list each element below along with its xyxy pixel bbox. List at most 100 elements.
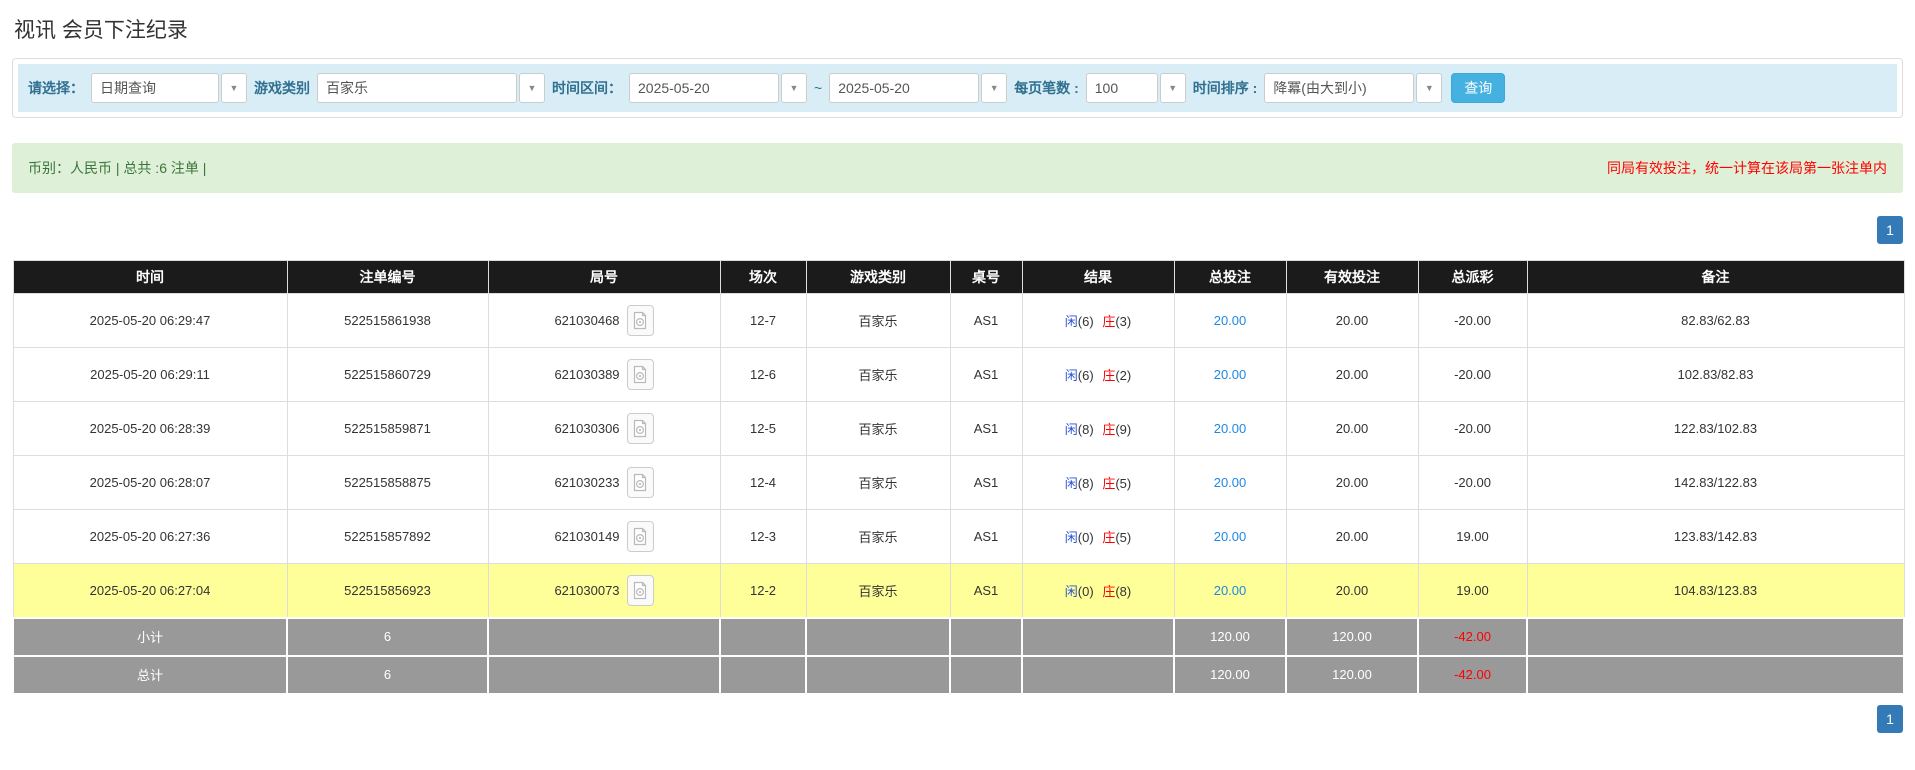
result-player: 闲(8)	[1065, 476, 1094, 491]
summary-note-cell	[1527, 656, 1904, 694]
column-header-2: 注单编号	[287, 261, 488, 294]
bet-id-cell: 522515859871	[287, 402, 488, 456]
total-bet-link[interactable]: 20.00	[1214, 475, 1247, 490]
valid-bet-cell: 20.00	[1286, 456, 1418, 510]
page-size-select[interactable]: 100 ▼	[1086, 73, 1186, 103]
total-bet-link[interactable]: 20.00	[1214, 367, 1247, 382]
bet-id-cell: 522515857892	[287, 510, 488, 564]
video-replay-icon[interactable]	[627, 359, 654, 390]
sort-order-value[interactable]: 降冪(由大到小)	[1264, 73, 1414, 103]
pagination-top: 1	[12, 216, 1903, 244]
chevron-down-icon[interactable]: ▼	[1160, 73, 1186, 103]
total-bet-link[interactable]: 20.00	[1214, 421, 1247, 436]
round-id-cell: 621030149	[488, 510, 720, 564]
video-replay-icon[interactable]	[627, 575, 654, 606]
note-cell: 142.83/122.83	[1527, 456, 1904, 510]
result-cell: 闲(8) 庄(5)	[1022, 456, 1174, 510]
game-type-cell: 百家乐	[806, 510, 950, 564]
sort-order-label: 时间排序 :	[1193, 78, 1258, 98]
summary-valid-bet-cell: 120.00	[1286, 618, 1418, 656]
column-header-5: 游戏类别	[806, 261, 950, 294]
round-id-cell: 621030468	[488, 294, 720, 348]
round-id: 621030149	[554, 529, 619, 544]
date-from-value[interactable]: 2025-05-20	[629, 73, 779, 103]
query-type-select[interactable]: 日期查询 ▼	[91, 73, 247, 103]
video-replay-icon[interactable]	[627, 305, 654, 336]
session-cell: 12-7	[720, 294, 806, 348]
time-cell: 2025-05-20 06:28:39	[13, 402, 287, 456]
note-cell: 123.83/142.83	[1527, 510, 1904, 564]
range-separator: ~	[814, 80, 822, 96]
summary-note-cell	[1527, 618, 1904, 656]
total-bet-link[interactable]: 20.00	[1214, 313, 1247, 328]
date-from-input[interactable]: 2025-05-20 ▼	[629, 73, 807, 103]
round-id-cell: 621030389	[488, 348, 720, 402]
column-header-7: 结果	[1022, 261, 1174, 294]
valid-bet-cell: 20.00	[1286, 348, 1418, 402]
bet-id-cell: 522515861938	[287, 294, 488, 348]
total-bet-link[interactable]: 20.00	[1214, 583, 1247, 598]
summary-bar: 币别：人民币 | 总共 :6 注单 | 同局有效投注，统一计算在该局第一张注单内	[12, 143, 1903, 193]
payout-cell: 19.00	[1418, 510, 1527, 564]
round-id: 621030073	[554, 583, 619, 598]
result-player: 闲(0)	[1065, 530, 1094, 545]
chevron-down-icon[interactable]: ▼	[1416, 73, 1442, 103]
bet-id-cell: 522515858875	[287, 456, 488, 510]
chevron-down-icon[interactable]: ▼	[519, 73, 545, 103]
result-cell: 闲(8) 庄(9)	[1022, 402, 1174, 456]
summary-total-bet-cell: 120.00	[1174, 656, 1286, 694]
time-cell: 2025-05-20 06:29:11	[13, 348, 287, 402]
result-cell: 闲(0) 庄(8)	[1022, 564, 1174, 618]
chevron-down-icon[interactable]: ▼	[781, 73, 807, 103]
result-cell: 闲(6) 庄(2)	[1022, 348, 1174, 402]
total-bet-link[interactable]: 20.00	[1214, 529, 1247, 544]
note-cell: 122.83/102.83	[1527, 402, 1904, 456]
note-cell: 102.83/82.83	[1527, 348, 1904, 402]
game-type-value[interactable]: 百家乐	[317, 73, 517, 103]
game-type-select[interactable]: 百家乐 ▼	[317, 73, 545, 103]
page-size-value[interactable]: 100	[1086, 73, 1158, 103]
round-id: 621030306	[554, 421, 619, 436]
summary-row: 总计 6 120.00 120.00 -42.00	[13, 656, 1904, 694]
payout-cell: 19.00	[1418, 564, 1527, 618]
summary-label-cell: 小计	[13, 618, 287, 656]
table-no-cell: AS1	[950, 456, 1022, 510]
total-bet-cell: 20.00	[1174, 402, 1286, 456]
filter-panel: 请选择： 日期查询 ▼ 游戏类别 百家乐 ▼ 时间区间： 2025-05-20 …	[12, 58, 1903, 118]
total-bet-cell: 20.00	[1174, 348, 1286, 402]
chevron-down-icon[interactable]: ▼	[221, 73, 247, 103]
column-header-1: 时间	[13, 261, 287, 294]
table-row: 2025-05-20 06:27:36 522515857892 6210301…	[13, 510, 1904, 564]
payout-cell: -20.00	[1418, 294, 1527, 348]
result-cell: 闲(0) 庄(5)	[1022, 510, 1174, 564]
valid-bet-cell: 20.00	[1286, 510, 1418, 564]
game-type-cell: 百家乐	[806, 456, 950, 510]
table-no-cell: AS1	[950, 294, 1022, 348]
total-bet-cell: 20.00	[1174, 510, 1286, 564]
time-cell: 2025-05-20 06:29:47	[13, 294, 287, 348]
query-button[interactable]: 查询	[1451, 73, 1505, 103]
date-to-input[interactable]: 2025-05-20 ▼	[829, 73, 1007, 103]
summary-count-cell: 6	[287, 656, 488, 694]
video-replay-icon[interactable]	[627, 521, 654, 552]
session-cell: 12-4	[720, 456, 806, 510]
table-no-cell: AS1	[950, 402, 1022, 456]
pagination-page-button[interactable]: 1	[1877, 216, 1903, 244]
table-row: 2025-05-20 06:27:04 522515856923 6210300…	[13, 564, 1904, 618]
time-cell: 2025-05-20 06:27:04	[13, 564, 287, 618]
valid-bet-cell: 20.00	[1286, 564, 1418, 618]
column-header-11: 备注	[1527, 261, 1904, 294]
game-type-cell: 百家乐	[806, 294, 950, 348]
result-banker: 庄(9)	[1102, 422, 1131, 437]
video-replay-icon[interactable]	[627, 467, 654, 498]
video-replay-icon[interactable]	[627, 413, 654, 444]
chevron-down-icon[interactable]: ▼	[981, 73, 1007, 103]
round-id: 621030468	[554, 313, 619, 328]
pagination-bottom: 1	[12, 705, 1903, 733]
round-id: 621030389	[554, 367, 619, 382]
game-type-cell: 百家乐	[806, 348, 950, 402]
sort-order-select[interactable]: 降冪(由大到小) ▼	[1264, 73, 1442, 103]
query-type-value[interactable]: 日期查询	[91, 73, 219, 103]
date-to-value[interactable]: 2025-05-20	[829, 73, 979, 103]
pagination-page-button[interactable]: 1	[1877, 705, 1903, 733]
